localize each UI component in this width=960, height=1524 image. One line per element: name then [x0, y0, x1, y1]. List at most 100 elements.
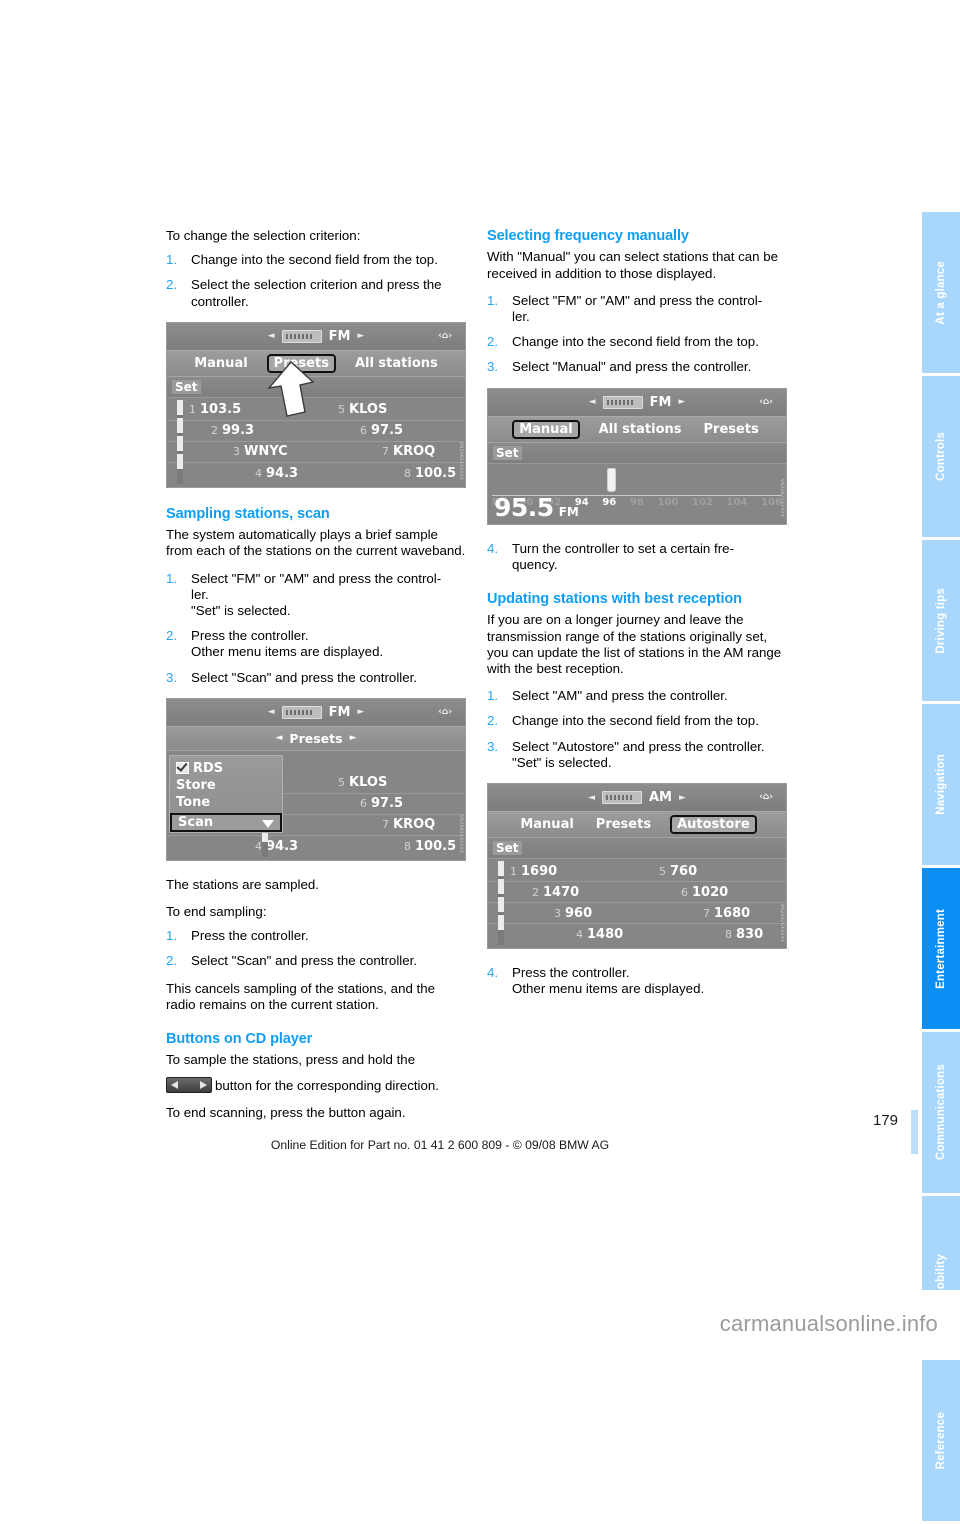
preset-index: 4: [255, 466, 262, 480]
preset-value: 100.5: [415, 465, 457, 481]
table-row: 1 1690 5 760: [488, 861, 786, 883]
source-chip-icon: [602, 791, 642, 805]
preset-value: 97.5: [371, 796, 404, 812]
step-number: 3.: [487, 359, 499, 375]
step-number: 4.: [487, 540, 499, 556]
list-item: 1. Change into the second field from the…: [166, 252, 466, 268]
sampling-intro: The system automatically plays a brief s…: [166, 527, 466, 559]
dropdown-item-store: Store: [170, 777, 282, 794]
left-arrow-icon: ◄: [588, 792, 595, 803]
right-text-column: Selecting frequency manually With "Manua…: [487, 228, 787, 1008]
step-text: Select "FM" or "AM" and press the contro…: [512, 292, 763, 308]
home-icon: ‹⌂›: [438, 706, 452, 717]
sidebar-item-driving-tips[interactable]: Driving tips: [922, 540, 960, 704]
chapter-tab-rail: At a glance Controls Driving tips Naviga…: [922, 212, 960, 1524]
screen-menu-row: Manual All stations Presets: [488, 416, 786, 443]
manual-step-list: 1. Select "FM" or "AM" and press the con…: [487, 293, 787, 376]
figure-scan-screen: ◄ FM ► ‹⌂› ◄ Presets ► 1 5KLOS 2 697.5: [166, 697, 466, 861]
checkbox-checked-icon: [176, 762, 189, 775]
step-text: Select "AM" and press the controller.: [512, 688, 728, 704]
preset-index: 8: [725, 928, 732, 942]
current-frequency-readout: 95.5 FM: [494, 493, 579, 522]
table-row: 2 99.3 6 97.5: [167, 421, 465, 442]
step-text: Change into the second field from the to…: [512, 334, 759, 350]
step-subtext: quency.: [512, 556, 558, 572]
right-arrow-icon: ►: [357, 707, 365, 718]
sidebar-item-communications[interactable]: Communications: [922, 1032, 960, 1196]
preset-value: 1480: [587, 927, 624, 943]
set-label: Set: [493, 841, 522, 856]
preset-index: 8: [404, 466, 411, 480]
right-arrow-icon: ►: [678, 397, 686, 408]
preset-cell: 7 KROQ: [316, 444, 465, 459]
step-text: Change into the second field from the to…: [512, 713, 759, 729]
band-label: FM: [328, 704, 351, 720]
preset-index: 7: [382, 818, 389, 832]
step-subtext: controller.: [191, 293, 249, 309]
heading-updating-stations: Updating stations with best reception: [487, 591, 742, 608]
table-row: 4 94.3 8 100.5: [167, 836, 465, 857]
sidebar-item-entertainment[interactable]: Entertainment: [922, 868, 960, 1032]
manual-step-4-list: 4. Turn the controller to set a certain …: [487, 541, 787, 573]
screen-set-row: Set: [488, 442, 786, 464]
cd-text-before: To sample the stations, press and hold t…: [166, 1052, 416, 1068]
preset-cell: 1 1690: [488, 864, 637, 879]
table-row: 3 960 7 1680: [488, 903, 786, 925]
preset-index: 7: [382, 445, 389, 459]
step-number: 2.: [487, 334, 499, 350]
band-label: FM: [649, 394, 672, 410]
cd-text-after: button for the corresponding direction.: [215, 1077, 439, 1093]
step-number: 2.: [487, 713, 499, 729]
preset-index: 4: [255, 839, 262, 853]
list-item: 2. Press the controller. Other menu item…: [166, 628, 466, 660]
preset-cell: 8 100.5: [316, 466, 465, 481]
step-number: 4.: [487, 965, 499, 981]
sidebar-item-at-a-glance[interactable]: At a glance: [922, 212, 960, 376]
step-text: Press the controller.: [191, 928, 309, 944]
preset-cell: 8 830: [637, 927, 786, 942]
preset-value: KLOS: [349, 775, 388, 791]
band-label: FM: [328, 328, 351, 344]
preset-index: 3: [233, 445, 240, 459]
step-text: Select the selection criterion and press…: [191, 277, 442, 293]
heading-selecting-frequency-manually: Selecting frequency manually: [487, 228, 689, 244]
sidebar-item-reference[interactable]: Reference: [922, 1360, 960, 1524]
dropdown-item-scan: Scan: [170, 812, 282, 832]
left-text-column: To change the selection criterion: 1. Ch…: [166, 228, 466, 1132]
list-item: 2. Change into the second field from the…: [487, 713, 787, 729]
preset-value: 1680: [714, 905, 751, 921]
preset-value: 1020: [692, 884, 729, 900]
preset-index: 2: [532, 885, 539, 899]
sampling-step-list: 1. Select "FM" or "AM" and press the con…: [166, 571, 466, 686]
home-icon: ‹⌂›: [438, 330, 452, 341]
updating-intro: If you are on a longer journey and leave…: [487, 612, 782, 677]
tick-label: 96: [602, 496, 617, 508]
right-arrow-icon: ►: [679, 792, 686, 803]
chevron-down-icon: [262, 819, 274, 828]
preset-cell: 5 KLOS: [316, 775, 465, 790]
watermark: carmanualsonline.info: [0, 1290, 960, 1358]
cd-text-end: To end scanning, press the button again.: [166, 1104, 406, 1120]
home-icon: ‹⌂›: [759, 396, 773, 407]
list-item: 4. Press the controller. Other menu item…: [487, 965, 787, 997]
preset-grid: 1 1690 5 760 2 1470 6 1020 3 960 7 1680 4 1480 …: [488, 859, 786, 949]
tab-label: Reference: [935, 1411, 947, 1470]
step-subtext: Other menu items are displayed.: [512, 981, 705, 997]
figure-presets-screen: ◄ FM ► ‹⌂› Manual Presets All stations S…: [166, 321, 466, 488]
list-item: 1. Select "FM" or "AM" and press the con…: [166, 571, 466, 620]
updating-step-4-list: 4. Press the controller. Other menu item…: [487, 965, 787, 997]
preset-cell: 2 99.3: [167, 423, 316, 438]
preset-value: KROQ: [393, 817, 436, 833]
step-number: 3.: [166, 669, 178, 685]
preset-index: 1: [189, 403, 196, 417]
screen-titlebar: ◄ FM ► ‹⌂›: [167, 698, 465, 727]
frequency-band-unit: FM: [558, 504, 579, 519]
sidebar-item-navigation[interactable]: Navigation: [922, 704, 960, 868]
sidebar-item-controls[interactable]: Controls: [922, 376, 960, 540]
figure-code: VNZ0826XXXXX: [780, 903, 785, 943]
tick-label: 100: [657, 496, 679, 508]
step-text: Press the controller.: [191, 628, 309, 644]
preset-value: 1470: [543, 884, 580, 900]
preset-value: 99.3: [222, 423, 255, 439]
screen-titlebar: ◄ FM ► ‹⌂›: [488, 388, 786, 417]
